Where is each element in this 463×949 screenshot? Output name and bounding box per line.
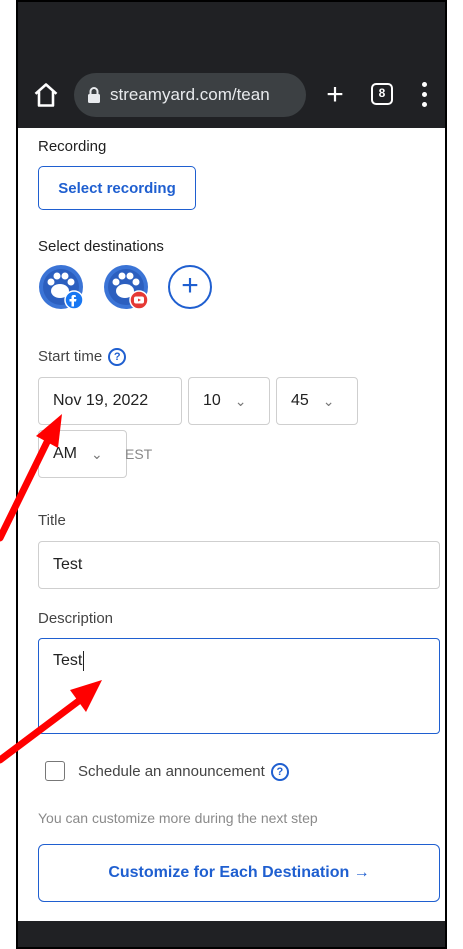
select-destinations-label: Select destinations	[38, 238, 164, 255]
add-destination-button[interactable]: +	[168, 265, 212, 309]
hour-value: 10	[203, 392, 221, 409]
timezone-label: EST	[125, 446, 153, 462]
lock-icon	[88, 87, 100, 103]
hour-select[interactable]: 10 ⌄	[188, 377, 270, 425]
url-field[interactable]: streamyard.com/tean	[74, 73, 306, 117]
tab-switcher-button[interactable]: 8	[371, 83, 393, 105]
customize-each-destination-button[interactable]: Customize for Each Destination →	[38, 844, 440, 902]
description-value: Test	[53, 652, 83, 670]
start-time-help-icon[interactable]: ?	[108, 348, 127, 367]
date-value: Nov 19, 2022	[53, 392, 149, 409]
phone-frame: streamyard.com/tean + 8 Recording Select…	[16, 0, 447, 949]
youtube-destination-icon[interactable]	[103, 264, 149, 310]
title-label: Title	[38, 512, 66, 529]
chevron-down-icon: ⌄	[234, 392, 247, 409]
description-textarea[interactable]: Test	[38, 638, 440, 734]
recording-label: Recording	[38, 138, 107, 155]
text-cursor	[83, 651, 85, 671]
ampm-select[interactable]: AM ⌄	[38, 430, 127, 478]
schedule-announcement-checkbox[interactable]	[45, 761, 65, 781]
minute-select[interactable]: 45 ⌄	[276, 377, 358, 425]
start-time-label: Start time?	[38, 348, 127, 367]
chevron-down-icon: ⌄	[91, 445, 103, 462]
browser-top-bar: streamyard.com/tean + 8	[18, 2, 445, 128]
system-bottom-bar	[18, 921, 445, 947]
address-bar-row: streamyard.com/tean + 8	[18, 67, 445, 123]
new-tab-icon[interactable]: +	[315, 73, 355, 117]
ampm-value: AM	[53, 445, 77, 462]
title-value: Test	[53, 556, 83, 573]
facebook-destination-icon[interactable]	[38, 264, 84, 310]
url-text: streamyard.com/tean	[110, 85, 270, 104]
schedule-announcement-label: Schedule an announcement?	[78, 763, 289, 782]
home-icon[interactable]	[32, 81, 60, 109]
chevron-down-icon: ⌄	[322, 392, 335, 409]
announcement-help-icon[interactable]: ?	[270, 763, 289, 782]
date-field[interactable]: Nov 19, 2022	[38, 377, 182, 425]
customize-hint: You can customize more during the next s…	[38, 810, 318, 826]
title-input[interactable]: Test	[38, 541, 440, 589]
minute-value: 45	[291, 392, 309, 409]
browser-menu-icon[interactable]	[412, 77, 436, 113]
select-recording-button[interactable]: Select recording	[38, 166, 196, 210]
description-label: Description	[38, 610, 114, 627]
